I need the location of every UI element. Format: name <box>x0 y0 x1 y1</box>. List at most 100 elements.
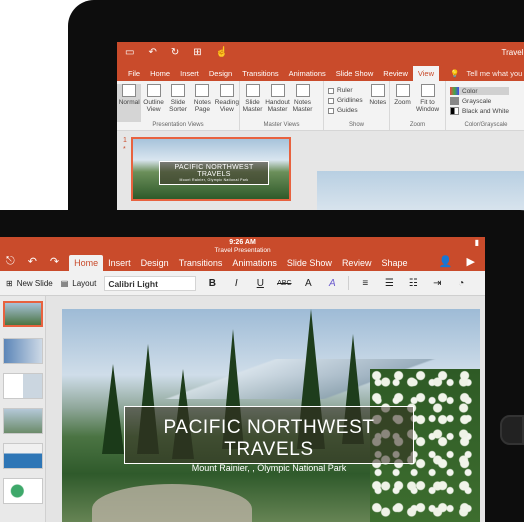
slide-canvas[interactable]: PACIFIC NORTHWEST TRAVELS Mount Rainier,… <box>62 309 480 522</box>
bullets-icon[interactable]: ☰ <box>381 278 397 289</box>
slide-thumbnail-2[interactable] <box>3 338 43 364</box>
layout-label: Layout <box>72 278 97 288</box>
color-swatch-icon <box>450 87 459 95</box>
back-slide-thumbnail[interactable]: PACIFIC NORTHWEST TRAVELS Mount Rainier,… <box>131 137 291 201</box>
tell-me-text: Tell me what you <box>466 69 523 78</box>
zoom-group: Zoom Fit to Window Zoom <box>390 81 446 130</box>
ruler-checkbox[interactable]: Ruler <box>328 87 363 94</box>
black-white-label: Black and White <box>462 107 509 115</box>
black-white-option[interactable]: Black and White <box>450 107 509 115</box>
save-icon[interactable]: ▭ <box>125 47 134 58</box>
tab-slideshow[interactable]: Slide Show <box>282 255 337 271</box>
presentation-views-label: Presentation Views <box>152 122 204 128</box>
bold-button[interactable]: B <box>204 278 220 289</box>
notes-button[interactable]: Notes <box>367 84 389 122</box>
notes-page-label: Notes Page <box>193 99 211 113</box>
tab-review[interactable]: Review <box>337 255 377 271</box>
handout-master-label: Handout Master <box>265 99 290 113</box>
notes-page-icon <box>195 84 210 97</box>
normal-view-button[interactable]: Normal <box>117 84 142 122</box>
back-slide-star: * <box>123 146 126 153</box>
layout-button[interactable]: ▤ Layout <box>61 279 97 288</box>
grayscale-option[interactable]: Grayscale <box>450 97 509 105</box>
undo-icon[interactable]: ↶ <box>148 47 156 58</box>
new-slide-button[interactable]: ⊞ New Slide <box>6 279 53 288</box>
tab-animations[interactable]: Animations <box>227 255 282 271</box>
slide-master-button[interactable]: Slide Master <box>240 84 265 122</box>
front-workspace: PACIFIC NORTHWEST TRAVELS Mount Rainier,… <box>0 296 485 522</box>
font-color-button[interactable]: A <box>300 278 316 289</box>
touch-mode-icon[interactable]: ☝ <box>216 47 228 58</box>
back-ribbon-tabs: File Home Insert Design Transitions Anim… <box>117 64 524 81</box>
slide-title-box[interactable]: PACIFIC NORTHWEST TRAVELS Mount Rainier,… <box>124 406 414 473</box>
back-arrow-icon[interactable]: ⎋ <box>6 255 15 268</box>
slide-thumbnail-5[interactable] <box>3 443 43 469</box>
highlight-button[interactable]: A <box>324 278 340 289</box>
back-tab-home[interactable]: Home <box>145 66 175 81</box>
underline-button[interactable]: U <box>252 278 268 289</box>
redo-icon[interactable]: ↷ <box>50 255 59 268</box>
slide-thumbnail-1[interactable] <box>3 301 43 327</box>
normal-view-label: Normal <box>118 99 140 106</box>
slide-thumbnail-pane <box>0 296 46 522</box>
indent-icon[interactable]: ⇥ <box>429 278 445 289</box>
tab-transitions[interactable]: Transitions <box>174 255 228 271</box>
slide-sorter-button[interactable]: Slide Sorter <box>166 84 190 122</box>
back-document-title: Travel P <box>501 48 524 57</box>
color-group: Color Grayscale Black and White Color/Gr… <box>446 81 524 130</box>
tab-insert[interactable]: Insert <box>103 255 136 271</box>
back-device-screen: ▭ ↶ ↻ ⊞ ☝ Travel P File Home Insert Desi… <box>117 42 524 222</box>
guides-checkbox[interactable]: Guides <box>328 107 363 114</box>
back-tab-animations[interactable]: Animations <box>284 66 331 81</box>
front-toolbar: ⊞ New Slide ▤ Layout Calibri Light B I U A… <box>0 271 485 296</box>
back-tab-slideshow[interactable]: Slide Show <box>331 66 379 81</box>
back-thumb-subtitle: Mount Rainier, Olympic National Park <box>179 178 249 182</box>
back-tell-me[interactable]: 💡 Tell me what you <box>445 66 524 81</box>
back-tab-design[interactable]: Design <box>204 66 237 81</box>
back-tab-view[interactable]: View <box>412 66 439 81</box>
slide-thumbnail-3[interactable] <box>3 373 43 399</box>
slide-master-icon <box>245 84 260 97</box>
handout-master-button[interactable]: Handout Master <box>265 84 290 122</box>
share-icon[interactable]: 👤 <box>439 255 453 268</box>
numbering-icon[interactable]: ☷ <box>405 278 421 289</box>
redo-icon[interactable]: ↻ <box>171 47 179 58</box>
align-left-icon[interactable]: ≡ <box>357 278 373 289</box>
gridlines-checkbox[interactable]: Gridlines <box>328 97 363 104</box>
tab-home[interactable]: Home <box>69 255 104 271</box>
notes-page-button[interactable]: Notes Page <box>190 84 214 122</box>
slide-title: PACIFIC NORTHWEST TRAVELS <box>163 417 375 460</box>
presentation-views-group: Normal Outline View Slide Sorter Notes P… <box>117 81 240 130</box>
notes-master-button[interactable]: Notes Master <box>290 84 315 122</box>
italic-button[interactable]: I <box>228 278 244 289</box>
strikethrough-button[interactable]: ABC <box>276 280 292 287</box>
back-tab-insert[interactable]: Insert <box>175 66 204 81</box>
fit-window-button[interactable]: Fit to Window <box>415 84 440 122</box>
notes-icon <box>370 84 385 97</box>
trail-image <box>92 484 252 522</box>
tab-shape[interactable]: Shape <box>376 255 412 271</box>
undo-icon[interactable]: ↶ <box>28 255 37 268</box>
slideshow-icon[interactable]: ⊞ <box>193 47 201 58</box>
slide-thumbnail-6[interactable] <box>3 478 43 504</box>
zoom-label: Zoom <box>394 99 411 106</box>
screenshot-stage: ▭ ↶ ↻ ⊞ ☝ Travel P File Home Insert Desi… <box>0 0 524 522</box>
notes-label: Notes <box>369 99 387 106</box>
zoom-button[interactable]: Zoom <box>390 84 415 122</box>
play-icon[interactable]: ▶ <box>467 255 475 268</box>
grayscale-label: Grayscale <box>462 97 492 105</box>
reading-view-label: Reading View <box>214 99 239 113</box>
slide-thumbnail-4[interactable] <box>3 408 43 434</box>
back-tab-transitions[interactable]: Transitions <box>237 66 283 81</box>
font-selector[interactable]: Calibri Light <box>104 275 197 291</box>
back-tab-review[interactable]: Review <box>378 66 413 81</box>
back-tab-file[interactable]: File <box>123 66 145 81</box>
outline-view-button[interactable]: Outline View <box>141 84 165 122</box>
color-option[interactable]: Color <box>450 87 509 95</box>
slide-subtitle: Mount Rainier, , Olympic National Park <box>191 463 347 473</box>
shapes-icon[interactable]: ◔ <box>453 278 469 289</box>
notes-master-icon <box>295 84 310 97</box>
tab-design[interactable]: Design <box>136 255 174 271</box>
reading-view-button[interactable]: Reading View <box>215 84 239 122</box>
slide-sorter-label: Slide Sorter <box>169 99 187 113</box>
